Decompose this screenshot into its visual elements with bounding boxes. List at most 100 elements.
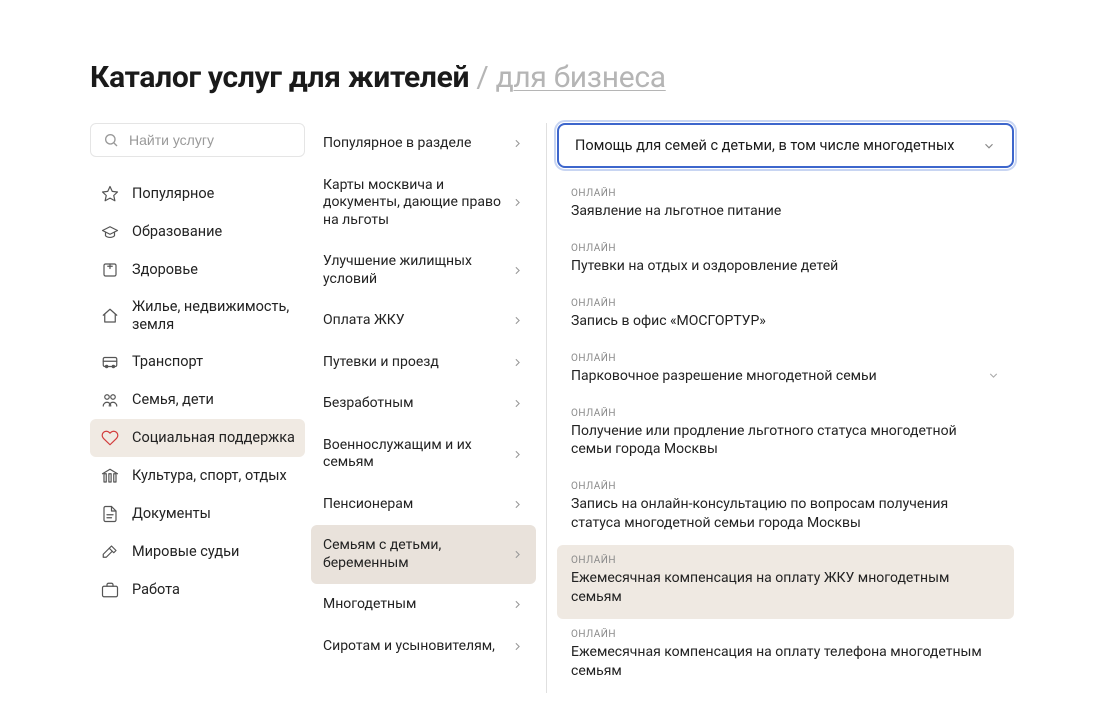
subcategory-label: Улучшение жилищных условий <box>323 253 501 288</box>
services-filter-dropdown[interactable]: Помощь для семей с детьми, в том числе м… <box>557 123 1014 168</box>
category-label: Социальная поддержка <box>132 429 295 447</box>
categories-column: Популярное Образование Здоровье Жилье, недв… <box>90 123 305 693</box>
subcategory-label: Многодетным <box>323 596 501 614</box>
catalog-columns: Популярное Образование Здоровье Жилье, недв… <box>90 123 1014 693</box>
chevron-right-icon <box>511 314 524 327</box>
category-item[interactable]: Работа <box>90 571 305 609</box>
category-item[interactable]: Образование <box>90 213 305 251</box>
category-item[interactable]: Социальная поддержка <box>90 419 305 457</box>
service-item[interactable]: ОНЛАЙН Путевки на отдых и оздоровление де… <box>557 233 1014 288</box>
subcategory-label: Безработным <box>323 395 501 413</box>
title-separator: / <box>476 60 495 95</box>
service-row: Парковочное разрешение многодетной семьи <box>571 367 1000 386</box>
service-item[interactable]: ОНЛАЙН Ежемесячная компенсация на оплату … <box>557 545 1014 619</box>
culture-icon <box>100 466 120 486</box>
doc-icon <box>100 504 120 524</box>
chevron-right-icon <box>511 397 524 410</box>
chevron-right-icon <box>511 196 524 209</box>
subcategory-item[interactable]: Безработным <box>311 383 536 425</box>
chevron-right-icon <box>511 264 524 277</box>
category-item[interactable]: Жилье, недвижимость, земля <box>90 289 305 343</box>
service-badge: ОНЛАЙН <box>571 243 1000 254</box>
service-badge: ОНЛАЙН <box>571 481 1000 492</box>
service-badge: ОНЛАЙН <box>571 555 1000 566</box>
title-prefix: Каталог услуг <box>90 60 282 95</box>
subcategory-item[interactable]: Военнослужащим и их семьям <box>311 425 536 484</box>
subcategory-item[interactable]: Популярное в разделе <box>311 123 536 165</box>
category-label: Работа <box>132 581 180 599</box>
service-badge: ОНЛАЙН <box>571 629 1000 640</box>
service-title: Запись на онлайн-консультацию по вопроса… <box>571 495 1000 533</box>
service-row: Запись на онлайн-консультацию по вопроса… <box>571 495 1000 533</box>
search-field-wrap[interactable] <box>90 123 305 157</box>
title-inactive-tab[interactable]: для бизнеса <box>496 60 666 95</box>
subcategory-item[interactable]: Улучшение жилищных условий <box>311 241 536 300</box>
subcategory-item[interactable]: Многодетным <box>311 584 536 626</box>
category-label: Документы <box>132 505 211 523</box>
chevron-down-icon <box>982 139 996 153</box>
category-label: Культура, спорт, отдых <box>132 467 287 485</box>
category-item[interactable]: Здоровье <box>90 251 305 289</box>
title-active-tab: для жителей <box>289 60 469 95</box>
service-title: Путевки на отдых и оздоровление детей <box>571 257 1000 276</box>
category-item[interactable]: Семья, дети <box>90 381 305 419</box>
subcategory-item[interactable]: Карты москвича и документы, дающие право… <box>311 165 536 242</box>
subcategory-item[interactable]: Семьям с детьми, беременным <box>311 525 536 584</box>
bus-icon <box>100 352 120 372</box>
category-label: Популярное <box>132 185 214 203</box>
service-badge: ОНЛАЙН <box>571 408 1000 419</box>
service-row: Заявление на льготное питание <box>571 202 1000 221</box>
service-row: Ежемесячная компенсация на оплату телефо… <box>571 643 1000 681</box>
service-row: Получение или продление льготного статус… <box>571 422 1000 460</box>
category-label: Образование <box>132 223 222 241</box>
category-label: Жилье, недвижимость, земля <box>132 298 295 334</box>
chevron-right-icon <box>511 498 524 511</box>
chevron-down-icon <box>987 369 1000 382</box>
services-column: Помощь для семей с детьми, в том числе м… <box>557 123 1014 693</box>
subcategory-item[interactable]: Путевки и проезд <box>311 342 536 384</box>
service-item[interactable]: ОНЛАЙНЗаявление на льготное питание <box>557 178 1014 233</box>
chevron-right-icon <box>511 356 524 369</box>
chevron-right-icon <box>511 548 524 561</box>
category-label: Семья, дети <box>132 391 214 409</box>
service-title: Получение или продление льготного статус… <box>571 422 1000 460</box>
health-icon <box>100 260 120 280</box>
page-title: Каталог услуг для жителей / для бизнеса <box>90 60 1014 95</box>
service-item[interactable]: ОНЛАЙНПарковочное разрешение многодетной… <box>557 343 1014 398</box>
subcategory-list: Популярное в разделе Карты москвича и док… <box>311 123 536 667</box>
category-item[interactable]: Культура, спорт, отдых <box>90 457 305 495</box>
subcategory-label: Карты москвича и документы, дающие право… <box>323 177 501 230</box>
service-title: Парковочное разрешение многодетной семьи <box>571 367 977 386</box>
category-list: Популярное Образование Здоровье Жилье, недв… <box>90 175 305 609</box>
grad-icon <box>100 222 120 242</box>
category-item[interactable]: Мировые судьи <box>90 533 305 571</box>
service-title: Запись в офис «МОСГОРТУР» <box>571 312 1000 331</box>
subcategory-label: Путевки и проезд <box>323 354 501 372</box>
chevron-right-icon <box>511 137 524 150</box>
service-title: Ежемесячная компенсация на оплату ЖКУ мн… <box>571 569 1000 607</box>
heart-icon <box>100 428 120 448</box>
category-item[interactable]: Популярное <box>90 175 305 213</box>
chevron-right-icon <box>511 598 524 611</box>
column-divider <box>546 123 547 693</box>
subcategory-label: Оплата ЖКУ <box>323 312 501 330</box>
chevron-right-icon <box>511 448 524 461</box>
hammer-icon <box>100 542 120 562</box>
subcategories-column: Популярное в разделе Карты москвича и док… <box>311 123 536 693</box>
subcategory-item[interactable]: Пенсионерам <box>311 484 536 526</box>
category-item[interactable]: Транспорт <box>90 343 305 381</box>
service-item[interactable]: ОНЛАЙН Получение или продление льготного … <box>557 398 1014 472</box>
service-item[interactable]: ОНЛАЙН Ежемесячная компенсация на оплату … <box>557 619 1014 693</box>
home-icon <box>100 306 120 326</box>
category-item[interactable]: Документы <box>90 495 305 533</box>
service-item[interactable]: ОНЛАЙН Запись на онлайн-консультацию по в… <box>557 471 1014 545</box>
subcategory-label: Военнослужащим и их семьям <box>323 437 501 472</box>
subcategory-item[interactable]: Оплата ЖКУ <box>311 300 536 342</box>
dropdown-selected-label: Помощь для семей с детьми, в том числе м… <box>575 137 954 154</box>
search-input[interactable] <box>129 132 292 148</box>
subcategory-label: Пенсионерам <box>323 496 501 514</box>
category-label: Мировые судьи <box>132 543 239 561</box>
subcategory-item[interactable]: Сиротам и усыновителям, <box>311 626 536 668</box>
star-icon <box>100 184 120 204</box>
service-item[interactable]: ОНЛАЙНЗапись в офис «МОСГОРТУР» <box>557 288 1014 343</box>
